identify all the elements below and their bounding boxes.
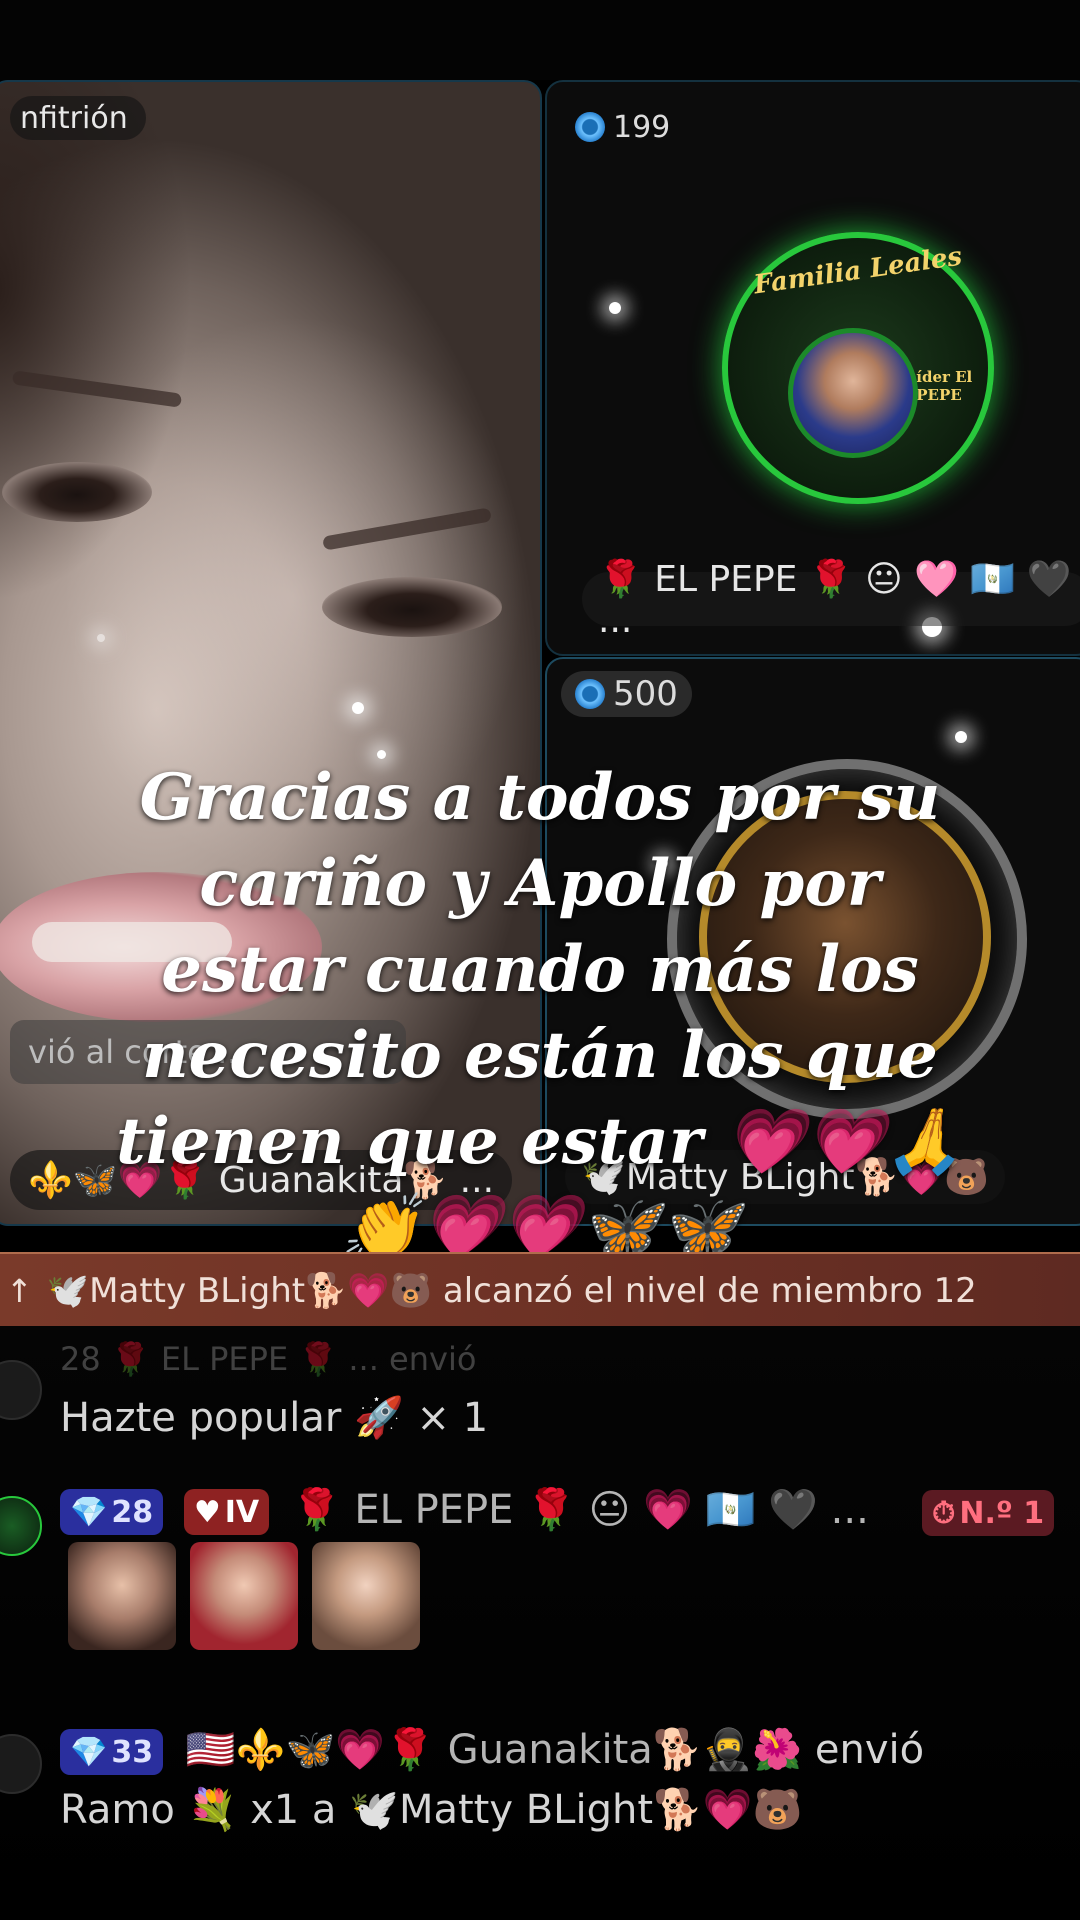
top-bar — [0, 0, 1080, 80]
gem-level-value: 28 — [111, 1494, 154, 1530]
level-arrow-icon: ↑ — [6, 1272, 33, 1310]
chat-message-text: Ramo 💐 x1 a 🕊️Matty BLight🐕💗🐻 — [60, 1787, 803, 1833]
host-hair-shadow — [0, 82, 192, 602]
guest-score: 199 — [561, 104, 684, 150]
host-brow — [322, 507, 492, 551]
level-banner-text: 🕊️Matty BLight🐕💗🐻 alcanzó el nivel de mi… — [46, 1271, 977, 1311]
host-eye — [2, 462, 152, 522]
sparkle — [955, 731, 967, 743]
coin-icon — [575, 112, 605, 142]
chat-row[interactable]: 💎 33 🇺🇸⚜️🦋💗🌹 Guanakita🐕🥷🌺 envió — [60, 1726, 1060, 1775]
guest-score-value: 199 — [613, 109, 671, 145]
chat-username[interactable]: 🇺🇸⚜️🦋💗🌹 Guanakita🐕🥷🌺 — [186, 1727, 802, 1773]
chat-message: Hazte popular 🚀 × 1 — [60, 1394, 488, 1441]
guest-photo — [788, 328, 918, 458]
sparkle — [609, 302, 621, 314]
guest-score-value: 500 — [613, 674, 678, 714]
fan-level-value: IV — [224, 1494, 260, 1530]
avatar-frame-title: Familia Leales — [752, 241, 964, 301]
sparkle — [352, 702, 364, 714]
chat-message-text: Hazte popular 🚀 × 1 — [60, 1395, 489, 1441]
guest-tile-el-pepe[interactable]: 199 Familia Leales Líder El PEPE 🌹 EL PE… — [545, 80, 1080, 656]
chat-message: Ramo 💐 x1 a 🕊️Matty BLight🐕💗🐻 — [60, 1786, 802, 1833]
rank-value: N.º 1 — [959, 1495, 1045, 1531]
chat-action: envió — [814, 1727, 925, 1773]
coin-icon — [575, 679, 605, 709]
heart-icon: ♥ — [193, 1494, 221, 1530]
fan-level-badge: ♥ IV — [183, 1489, 270, 1535]
chat-username[interactable]: 🌹 EL PEPE 🌹 😐 💗 🇬🇹 🖤 ... — [292, 1487, 869, 1533]
guest-name-label[interactable]: 🌹 EL PEPE 🌹 😐 🩷 🇬🇹 🖤 ... — [582, 559, 1080, 641]
level-up-banner: ↑ 🕊️Matty BLight🐕💗🐻 alcanzó el nivel de … — [0, 1252, 1080, 1330]
host-role-label: nfitrión — [10, 96, 146, 140]
gem-level-badge: 💎 28 — [60, 1489, 164, 1535]
stopwatch-icon: ⏱ — [932, 1495, 956, 1531]
photo-thumbnail[interactable] — [190, 1542, 298, 1650]
photo-thumbnail[interactable] — [312, 1542, 420, 1650]
guest-score: 500 — [561, 671, 692, 717]
chat-row-header: 28 🌹 EL PEPE 🌹 ... envió — [60, 1340, 477, 1378]
gem-icon: 💎 — [70, 1494, 108, 1530]
host-eye — [322, 577, 502, 637]
gem-level-badge: 💎 33 — [60, 1729, 164, 1775]
photo-thumbnail[interactable] — [68, 1542, 176, 1650]
gem-icon: 💎 — [70, 1734, 108, 1770]
gem-level-value: 33 — [111, 1734, 154, 1770]
guest-avatar[interactable]: Familia Leales Líder El PEPE — [722, 232, 994, 504]
caption-overlay: Gracias a todos por su cariño y Apollo p… — [116, 760, 964, 1265]
bottom-fade — [0, 1870, 1080, 1920]
chat-row[interactable]: 💎 28 ♥ IV 🌹 EL PEPE 🌹 😐 💗 🇬🇹 🖤 ... — [60, 1486, 1060, 1535]
sparkle — [97, 634, 105, 642]
rank-badge: ⏱ N.º 1 — [922, 1490, 1055, 1536]
